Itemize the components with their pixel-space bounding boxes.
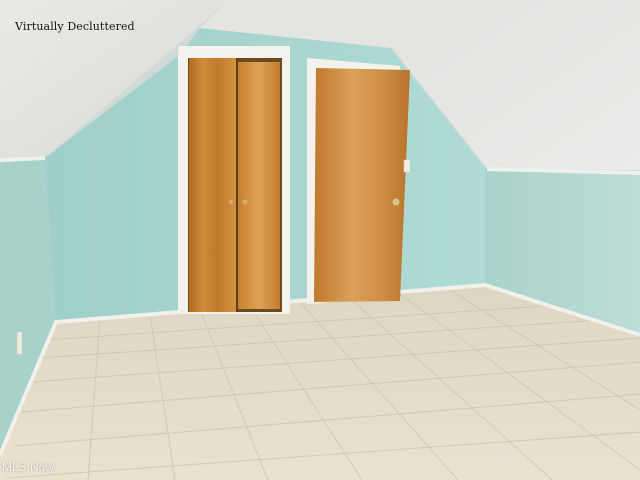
door-knob[interactable] <box>392 198 400 206</box>
wall-outlet <box>16 331 23 355</box>
attic-bedroom-photo: Virtually Decluttered MLS Now <box>0 0 640 480</box>
closet-door-left-panel[interactable] <box>189 58 236 312</box>
light-switch-plate[interactable] <box>403 159 411 173</box>
listing-watermark: MLS Now <box>2 460 55 474</box>
room-illustration <box>0 0 640 480</box>
photo-caption: Virtually Decluttered <box>15 20 135 33</box>
closet-door-right-panel[interactable] <box>238 62 280 309</box>
bedroom-door[interactable] <box>314 68 410 302</box>
closet-door-knob[interactable] <box>242 199 248 205</box>
